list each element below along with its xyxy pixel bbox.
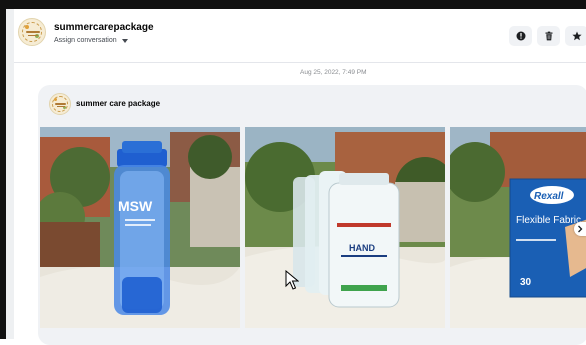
conversation-title[interactable]: summercarepackage (54, 22, 154, 33)
photo-bandages[interactable]: Rexall Flexible Fabric 30 (450, 127, 586, 328)
bandage-product-text: Flexible Fabric (516, 215, 581, 226)
assign-conversation-dropdown[interactable]: Assign conversation (54, 37, 128, 44)
photo-hand-sanitizer[interactable]: HAND (245, 127, 445, 328)
mouse-pointer-icon (285, 270, 299, 290)
bandage-count-text: 30 (520, 277, 532, 288)
star-icon (571, 31, 582, 41)
sanitizer-print-text: HAND (349, 243, 375, 253)
info-button[interactable] (509, 26, 532, 46)
message-timestamp: Aug 25, 2022, 7:49 PM (300, 69, 367, 76)
sidebar-edge (6, 9, 14, 339)
assign-conversation-label: Assign conversation (54, 37, 117, 44)
delete-button[interactable] (537, 26, 560, 46)
bottle-print-text: MSW (118, 198, 153, 214)
bandage-brand-text: Rexall (534, 191, 564, 202)
caret-down-icon (121, 38, 128, 43)
sender-name: summer care package (76, 99, 161, 108)
window-frame-top (0, 0, 586, 9)
message-card: summer care package MSW HAND Rexall Flex… (38, 85, 586, 345)
next-photo-button[interactable] (574, 222, 586, 236)
trash-icon (545, 31, 552, 41)
chevron-right-icon (578, 225, 583, 233)
sender-avatar[interactable] (49, 93, 71, 115)
star-button[interactable] (565, 26, 586, 46)
conversation-header: summercarepackage Assign conversation (14, 9, 586, 63)
avatar[interactable] (18, 18, 46, 46)
info-icon (516, 31, 525, 41)
photo-water-bottle[interactable]: MSW (40, 127, 240, 328)
